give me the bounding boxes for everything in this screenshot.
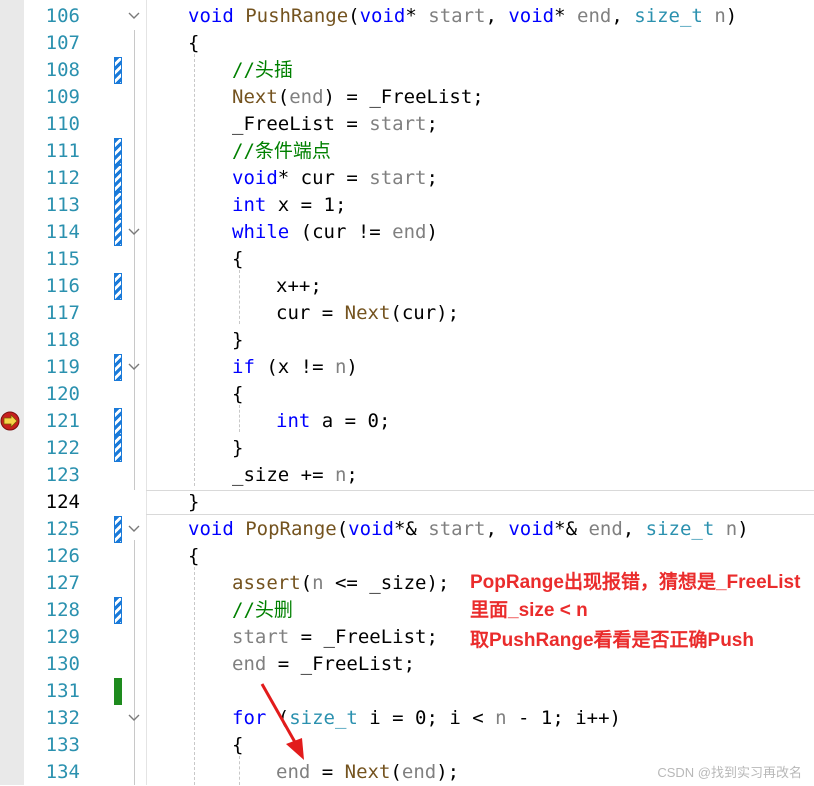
code-editor[interactable]: 106 void PushRange(void* start, void* end…: [0, 0, 814, 785]
annotation-line-3: 取PushRange看看是否正确Push: [470, 630, 754, 651]
annotation-line-1: PopRange出现报错，猜想是_FreeList: [470, 572, 801, 593]
annotation-arrow: [260, 683, 304, 760]
annotation-line-2: 里面_size < n: [470, 600, 588, 621]
watermark: CSDN @找到实习再改名: [657, 765, 802, 780]
